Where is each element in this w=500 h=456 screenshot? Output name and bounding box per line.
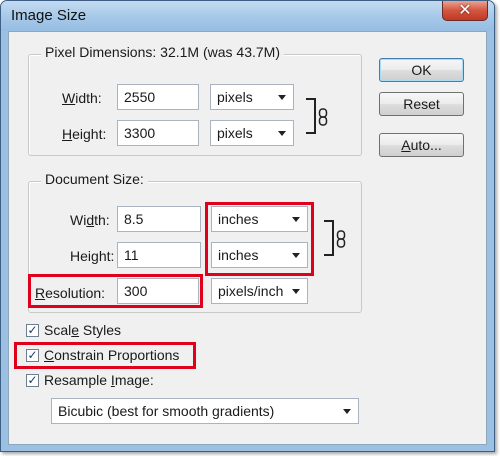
reset-button[interactable]: Reset bbox=[379, 92, 464, 116]
resample-image-checkbox[interactable]: ✓ bbox=[26, 374, 39, 387]
pixel-height-label: Height: bbox=[62, 126, 107, 142]
pixel-dimensions-legend: Pixel Dimensions: 32.1M (was 43.7M) bbox=[41, 44, 284, 60]
chevron-down-icon bbox=[278, 131, 286, 136]
chevron-down-icon bbox=[343, 409, 351, 414]
pixel-constrain-bracket bbox=[306, 98, 316, 134]
chain-link-icon bbox=[336, 230, 346, 248]
ok-button[interactable]: OK bbox=[379, 58, 464, 82]
pixel-dimensions-value: 32.1M (was 43.7M) bbox=[160, 44, 280, 60]
chain-link-icon bbox=[318, 108, 328, 126]
doc-width-input[interactable]: 8.5 bbox=[117, 206, 201, 232]
pixel-height-input[interactable]: 3300 bbox=[117, 120, 199, 146]
resolution-highlight-box bbox=[28, 274, 203, 308]
constrain-proportions-checkbox[interactable]: ✓ bbox=[26, 349, 39, 362]
pixel-width-unit-select[interactable]: pixels bbox=[210, 84, 294, 110]
scale-styles-label[interactable]: Scale Styles bbox=[44, 322, 121, 338]
pixel-dimensions-label: Pixel Dimensions: bbox=[45, 44, 157, 60]
pixel-width-unit-value: pixels bbox=[217, 89, 253, 105]
chevron-down-icon bbox=[292, 289, 300, 294]
doc-width-label: Width: bbox=[70, 212, 110, 228]
pixel-width-input[interactable]: 2550 bbox=[117, 84, 199, 110]
constrain-proportions-label[interactable]: Constrain Proportions bbox=[44, 347, 179, 363]
doc-height-label: Height: bbox=[70, 248, 115, 264]
dialog-title: Image Size bbox=[11, 7, 87, 24]
resample-method-select[interactable]: Bicubic (best for smooth gradients) bbox=[51, 398, 359, 424]
resample-image-label[interactable]: Resample Image: bbox=[44, 372, 154, 388]
resolution-unit-select[interactable]: pixels/inch bbox=[211, 278, 308, 304]
units-highlight-box bbox=[205, 202, 314, 276]
doc-height-input[interactable]: 11 bbox=[117, 242, 201, 268]
doc-constrain-bracket bbox=[324, 220, 334, 256]
resample-method-value: Bicubic (best for smooth gradients) bbox=[58, 403, 275, 419]
scale-styles-checkbox[interactable]: ✓ bbox=[26, 324, 39, 337]
pixel-height-unit-select[interactable]: pixels bbox=[210, 120, 294, 146]
pixel-width-label: Width: bbox=[62, 90, 102, 106]
pixel-height-unit-value: pixels bbox=[217, 125, 253, 141]
dialog-body: Pixel Dimensions: 32.1M (was 43.7M) Widt… bbox=[8, 31, 487, 445]
image-size-dialog: Image Size ✕ Pixel Dimensions: 32.1M (wa… bbox=[0, 0, 495, 452]
document-size-legend: Document Size: bbox=[41, 171, 148, 187]
auto-button[interactable]: Auto... bbox=[379, 133, 464, 157]
close-button[interactable]: ✕ bbox=[442, 1, 488, 21]
resolution-unit-value: pixels/inch bbox=[218, 283, 284, 299]
chevron-down-icon bbox=[278, 95, 286, 100]
title-bar[interactable]: Image Size ✕ bbox=[1, 1, 494, 31]
close-icon: ✕ bbox=[458, 2, 472, 19]
